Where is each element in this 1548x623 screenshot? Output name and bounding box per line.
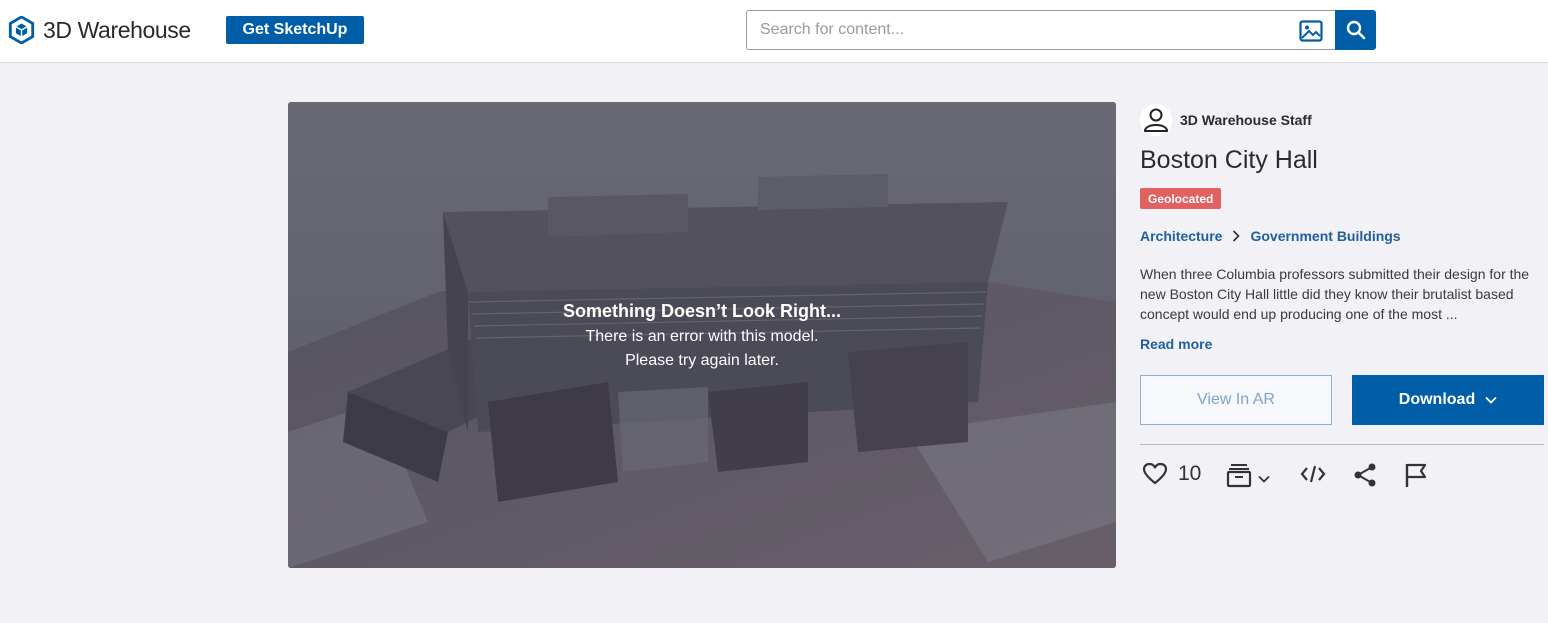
author-name: 3D Warehouse Staff xyxy=(1180,112,1312,128)
get-sketchup-button[interactable]: Get SketchUp xyxy=(226,16,364,44)
heart-icon xyxy=(1142,462,1168,485)
geolocated-badge: Geolocated xyxy=(1140,188,1222,209)
top-header: 3D Warehouse Get SketchUp xyxy=(0,0,1548,63)
code-embed-icon xyxy=(1300,465,1326,483)
logo-text: 3D Warehouse xyxy=(43,16,191,43)
model-title: Boston City Hall xyxy=(1140,146,1318,174)
user-icon xyxy=(1144,108,1168,132)
avatar xyxy=(1140,104,1172,136)
chevron-right-icon xyxy=(1233,230,1241,242)
warehouse-logo-icon xyxy=(8,16,35,44)
model-actions: 10 xyxy=(1140,458,1544,494)
view-in-ar-label: View In AR xyxy=(1197,391,1275,408)
image-search-icon[interactable] xyxy=(1299,20,1323,42)
flag-icon xyxy=(1405,463,1427,487)
search-icon xyxy=(1346,20,1365,40)
search-input[interactable] xyxy=(748,12,1288,48)
share-button[interactable] xyxy=(1352,462,1378,488)
like-count: 10 xyxy=(1178,462,1202,485)
embed-button[interactable] xyxy=(1300,462,1326,486)
model-viewer[interactable]: Something Doesn’t Look Right... There is… xyxy=(288,102,1116,568)
error-title: Something Doesn’t Look Right... xyxy=(563,301,841,321)
download-button[interactable]: Download xyxy=(1352,375,1544,425)
report-button[interactable] xyxy=(1404,462,1428,488)
chevron-down-icon xyxy=(1258,475,1270,483)
view-in-ar-button[interactable]: View In AR xyxy=(1140,375,1332,425)
add-to-collection-button[interactable] xyxy=(1226,462,1270,488)
chevron-down-icon xyxy=(1485,396,1497,404)
breadcrumb-category-link[interactable]: Architecture xyxy=(1140,228,1222,244)
like-button[interactable]: 10 xyxy=(1142,462,1201,486)
model-description: When three Columbia professors submitted… xyxy=(1140,266,1530,322)
author-link[interactable]: 3D Warehouse Staff xyxy=(1140,104,1312,136)
error-message: There is an error with this model. xyxy=(585,328,819,345)
error-hint: Please try again later. xyxy=(625,352,779,369)
search-bar xyxy=(746,10,1376,50)
download-label: Download xyxy=(1398,391,1476,408)
divider xyxy=(1140,444,1544,445)
collection-icon xyxy=(1226,464,1252,488)
logo-link[interactable]: 3D Warehouse xyxy=(8,16,191,44)
share-icon xyxy=(1354,463,1376,487)
breadcrumb-subcategory-link[interactable]: Government Buildings xyxy=(1250,228,1400,244)
category-breadcrumb: Architecture Government Buildings xyxy=(1140,228,1401,244)
read-more-link[interactable]: Read more xyxy=(1140,336,1212,352)
search-button[interactable] xyxy=(1335,10,1376,50)
